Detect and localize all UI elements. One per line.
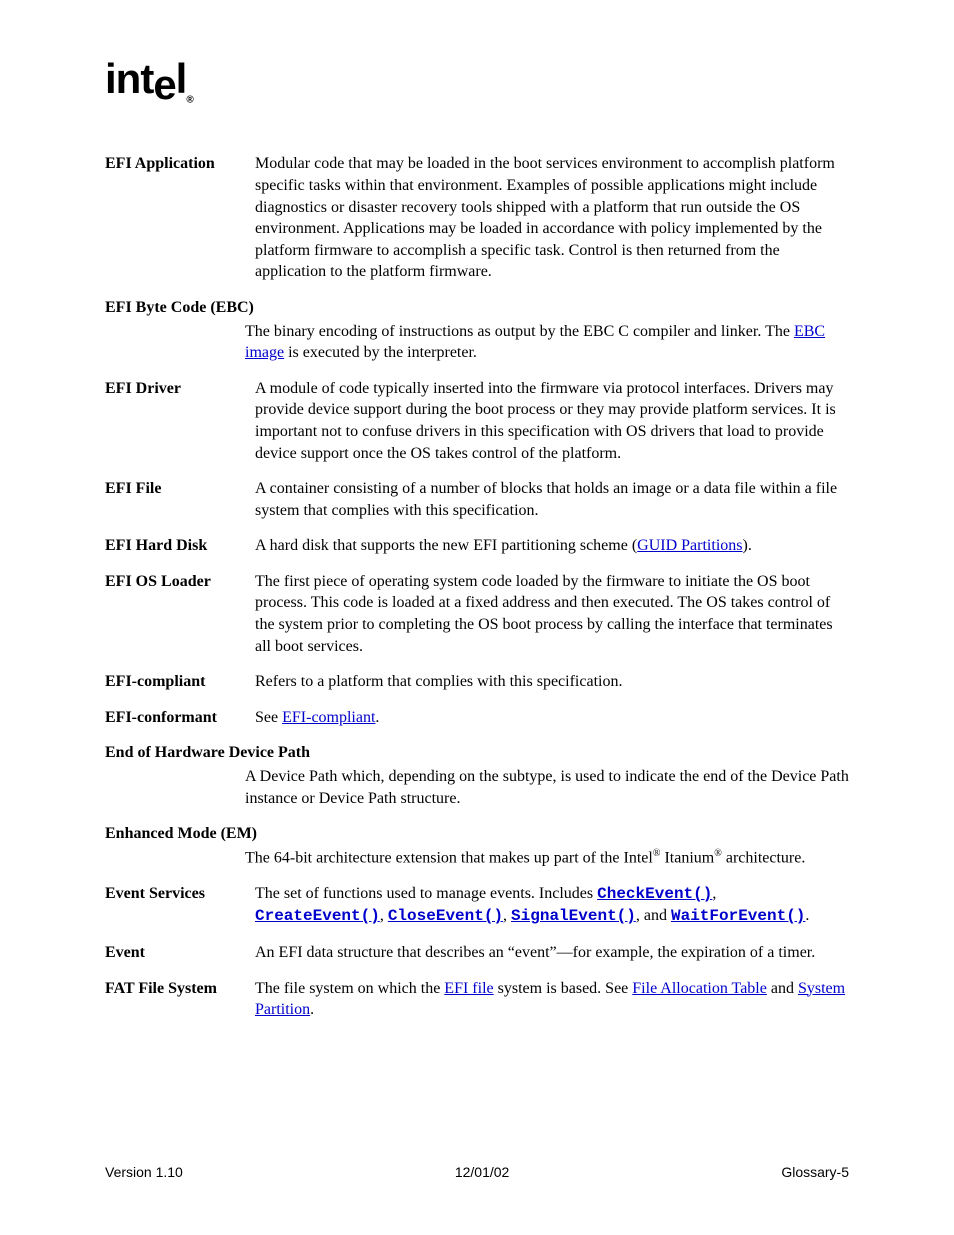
wait-for-event-link[interactable]: WaitForEvent() [671, 907, 805, 925]
term-label: EFI-conformant [105, 707, 255, 729]
efi-file-link[interactable]: EFI file [444, 980, 493, 997]
definition-text: Refers to a platform that complies with … [255, 671, 849, 693]
definition-text: See EFI-compliant. [255, 707, 849, 729]
term-label: EFI File [105, 478, 255, 500]
term-label: FAT File System [105, 978, 255, 1000]
glossary-entry: EFI Byte Code (EBC) The binary encoding … [105, 297, 849, 364]
term-label: Event Services [105, 883, 255, 905]
glossary-entry: End of Hardware Device Path A Device Pat… [105, 742, 849, 809]
glossary-entry: Event An EFI data structure that describ… [105, 942, 849, 964]
definition-text: The file system on which the EFI file sy… [255, 978, 849, 1021]
term-label: Enhanced Mode (EM) [105, 823, 849, 845]
footer-date: 12/01/02 [455, 1164, 510, 1180]
term-label: EFI Byte Code (EBC) [105, 297, 849, 319]
definition-text: Modular code that may be loaded in the b… [255, 153, 849, 283]
definition-text: The 64-bit architecture extension that m… [245, 847, 849, 869]
glossary-entry: Event Services The set of functions used… [105, 883, 849, 928]
page: intel® EFI Application Modular code that… [0, 0, 954, 1235]
check-event-link[interactable]: CheckEvent() [597, 885, 712, 903]
guid-partitions-link[interactable]: GUID Partitions [637, 537, 742, 554]
glossary-entry: FAT File System The file system on which… [105, 978, 849, 1021]
glossary-entry: Enhanced Mode (EM) The 64-bit architectu… [105, 823, 849, 869]
term-label: End of Hardware Device Path [105, 742, 849, 764]
definition-text: A container consisting of a number of bl… [255, 478, 849, 521]
term-label: Event [105, 942, 255, 964]
term-label: EFI Application [105, 153, 255, 175]
efi-compliant-link[interactable]: EFI-compliant [282, 709, 375, 726]
term-label: EFI-compliant [105, 671, 255, 693]
glossary-entry: EFI Hard Disk A hard disk that supports … [105, 535, 849, 557]
glossary-entry: EFI Application Modular code that may be… [105, 153, 849, 283]
definition-text: An EFI data structure that describes an … [255, 942, 849, 964]
glossary-entry: EFI File A container consisting of a num… [105, 478, 849, 521]
close-event-link[interactable]: CloseEvent() [388, 907, 503, 925]
term-label: EFI Hard Disk [105, 535, 255, 557]
footer-version: Version 1.10 [105, 1164, 183, 1180]
term-label: EFI Driver [105, 378, 255, 400]
definition-text: The set of functions used to manage even… [255, 883, 849, 928]
page-footer: Version 1.10 12/01/02 Glossary-5 [105, 1164, 849, 1180]
signal-event-link[interactable]: SignalEvent() [511, 907, 636, 925]
glossary-entry: EFI OS Loader The first piece of operati… [105, 571, 849, 657]
definition-text: A Device Path which, depending on the su… [245, 766, 849, 809]
glossary-entry: EFI Driver A module of code typically in… [105, 378, 849, 464]
intel-logo: intel® [105, 55, 849, 105]
definition-text: The binary encoding of instructions as o… [245, 321, 849, 364]
glossary-entry: EFI-compliant Refers to a platform that … [105, 671, 849, 693]
glossary-entry: EFI-conformant See EFI-compliant. [105, 707, 849, 729]
create-event-link[interactable]: CreateEvent() [255, 907, 380, 925]
definition-text: A hard disk that supports the new EFI pa… [255, 535, 849, 557]
file-allocation-table-link[interactable]: File Allocation Table [632, 980, 767, 997]
term-label: EFI OS Loader [105, 571, 255, 593]
footer-page: Glossary-5 [781, 1164, 849, 1180]
definition-text: A module of code typically inserted into… [255, 378, 849, 464]
definition-text: The first piece of operating system code… [255, 571, 849, 657]
